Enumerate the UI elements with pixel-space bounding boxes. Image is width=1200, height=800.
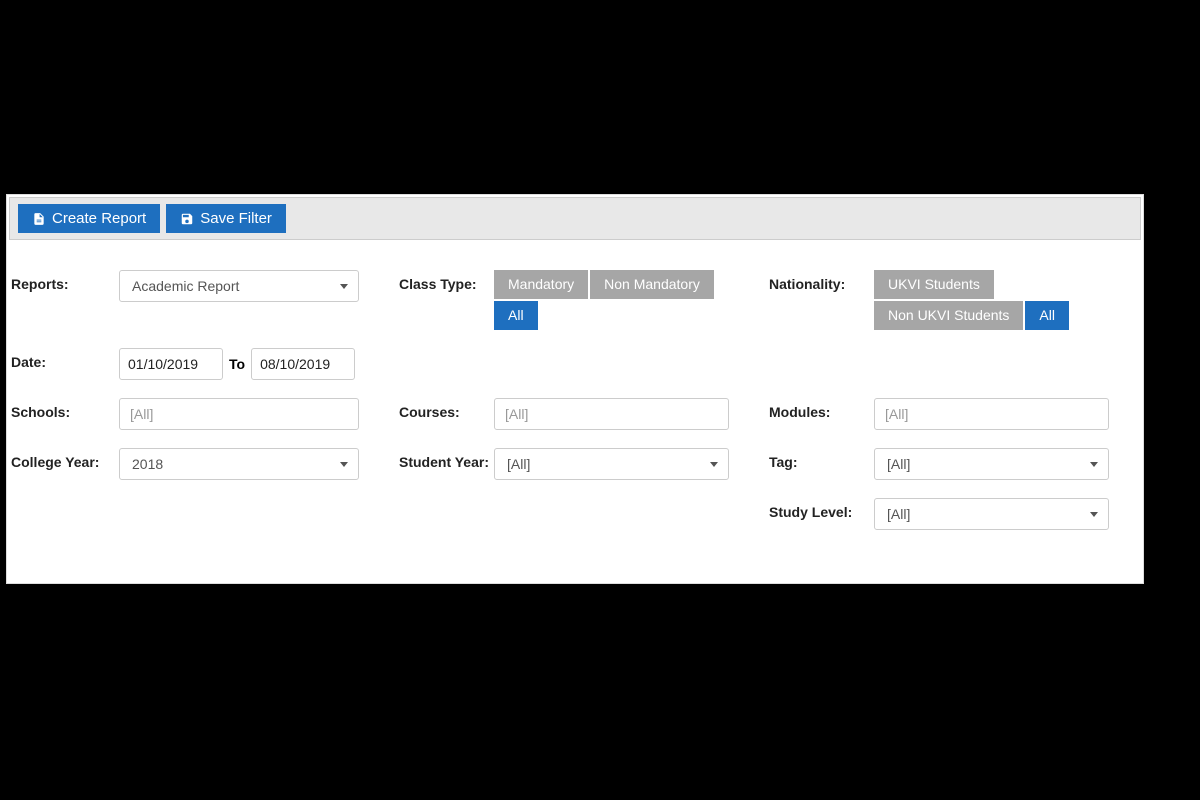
reports-label: Reports: xyxy=(11,270,119,292)
student-year-label: Student Year: xyxy=(399,448,494,470)
filter-form: Reports: Academic Report Class Type: Man… xyxy=(7,242,1143,530)
class-type-option[interactable]: Mandatory xyxy=(494,270,588,299)
student-year-value: [All] xyxy=(507,456,530,472)
tag-label: Tag: xyxy=(769,448,874,470)
college-year-label: College Year: xyxy=(11,448,119,470)
class-type-option[interactable]: All xyxy=(494,301,538,330)
nationality-group: UKVI StudentsNon UKVI StudentsAll xyxy=(874,270,1109,330)
save-icon xyxy=(180,212,194,226)
create-report-label: Create Report xyxy=(52,210,146,227)
reports-selected-value: Academic Report xyxy=(132,278,239,294)
nationality-option[interactable]: All xyxy=(1025,301,1069,330)
create-report-button[interactable]: Create Report xyxy=(18,204,160,233)
student-year-select[interactable]: [All] xyxy=(494,448,729,480)
report-filter-panel: Create Report Save Filter Reports: Acade… xyxy=(6,194,1144,584)
nationality-option[interactable]: UKVI Students xyxy=(874,270,994,299)
class-type-option[interactable]: Non Mandatory xyxy=(590,270,714,299)
date-to-input[interactable]: 08/10/2019 xyxy=(251,348,355,380)
date-from-input[interactable]: 01/10/2019 xyxy=(119,348,223,380)
save-filter-button[interactable]: Save Filter xyxy=(166,204,286,233)
modules-value: [All] xyxy=(885,406,908,422)
save-filter-label: Save Filter xyxy=(200,210,272,227)
courses-value: [All] xyxy=(505,406,528,422)
courses-input[interactable]: [All] xyxy=(494,398,729,430)
tag-value: [All] xyxy=(887,456,910,472)
courses-label: Courses: xyxy=(399,398,494,420)
study-level-label: Study Level: xyxy=(769,498,874,520)
study-level-value: [All] xyxy=(887,506,910,522)
class-type-group: MandatoryNon Mandatory All xyxy=(494,270,729,330)
date-to-label: To xyxy=(227,356,247,372)
modules-input[interactable]: [All] xyxy=(874,398,1109,430)
document-icon xyxy=(32,212,46,226)
schools-label: Schools: xyxy=(11,398,119,420)
college-year-select[interactable]: 2018 xyxy=(119,448,359,480)
schools-input[interactable]: [All] xyxy=(119,398,359,430)
class-type-label: Class Type: xyxy=(399,270,494,292)
date-to-value: 08/10/2019 xyxy=(260,356,330,372)
modules-label: Modules: xyxy=(769,398,874,420)
tag-select[interactable]: [All] xyxy=(874,448,1109,480)
date-from-value: 01/10/2019 xyxy=(128,356,198,372)
schools-value: [All] xyxy=(130,406,153,422)
nationality-label: Nationality: xyxy=(769,270,874,292)
nationality-option[interactable]: Non UKVI Students xyxy=(874,301,1023,330)
study-level-select[interactable]: [All] xyxy=(874,498,1109,530)
college-year-value: 2018 xyxy=(132,456,163,472)
date-label: Date: xyxy=(11,348,119,370)
reports-select[interactable]: Academic Report xyxy=(119,270,359,302)
date-range: 01/10/2019 To 08/10/2019 xyxy=(119,348,359,380)
toolbar: Create Report Save Filter xyxy=(9,197,1141,240)
